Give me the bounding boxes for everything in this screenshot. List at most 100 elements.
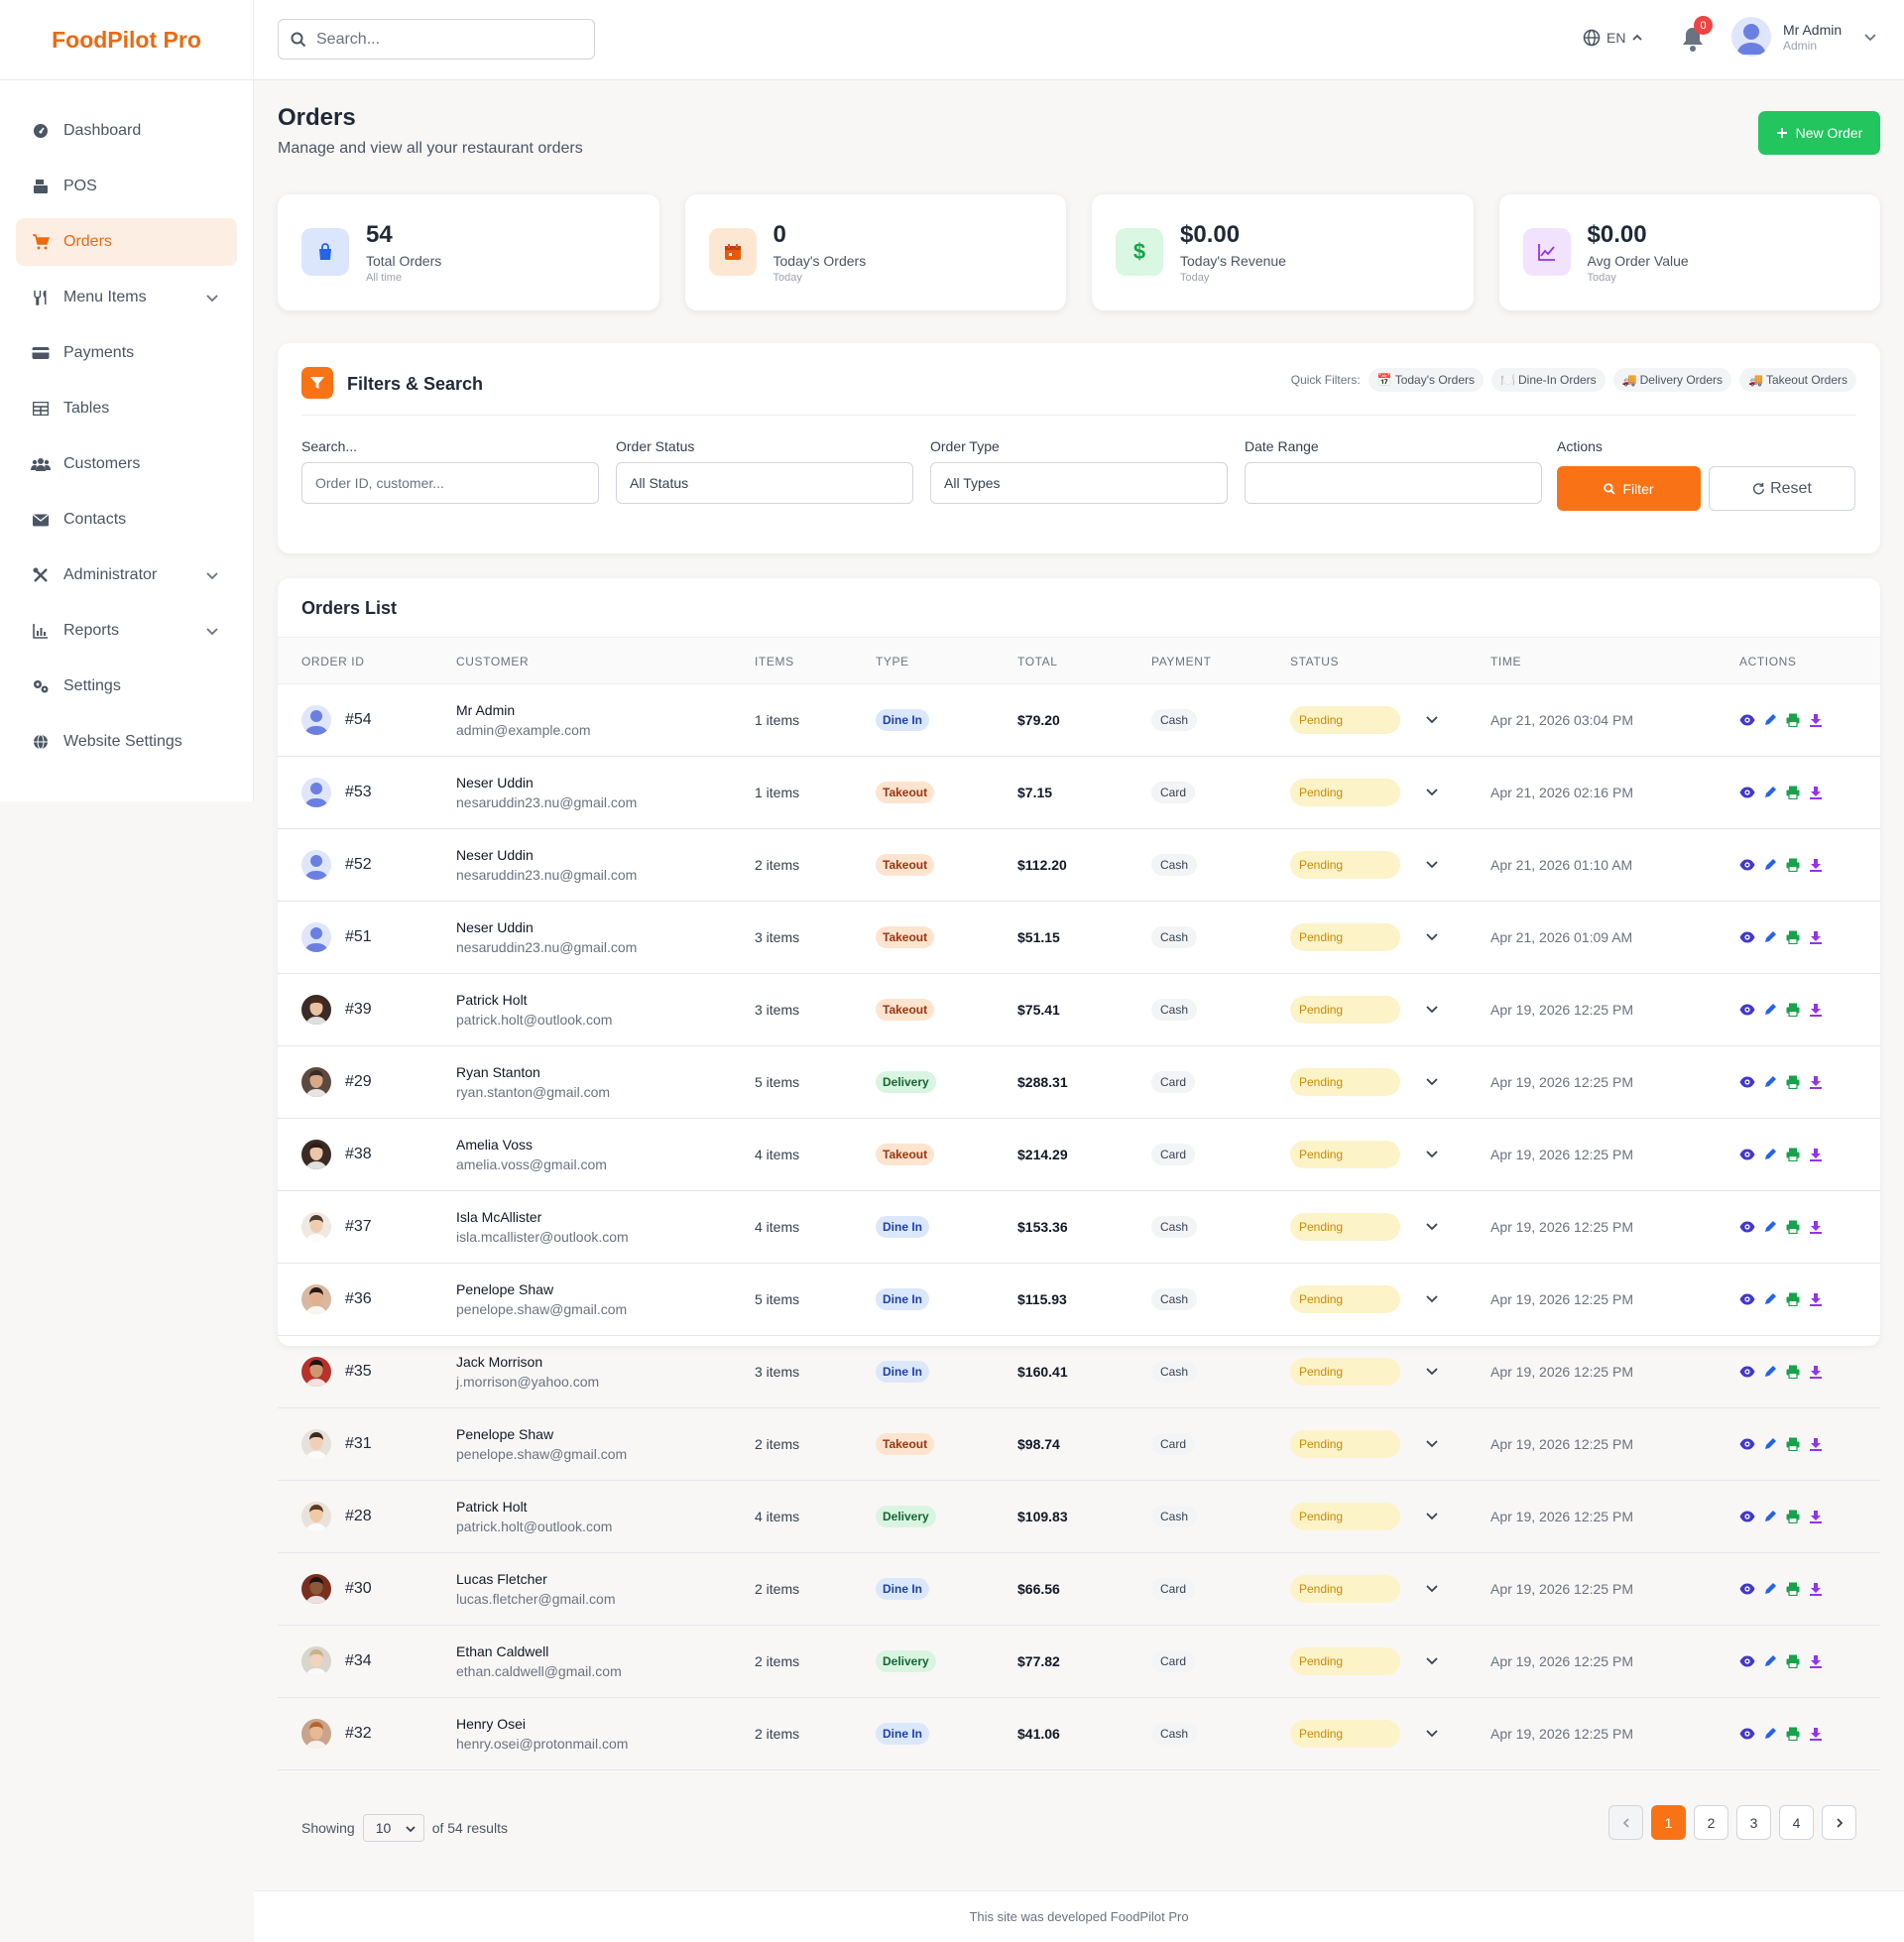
- eye-icon[interactable]: [1739, 1002, 1755, 1018]
- print-icon[interactable]: [1785, 857, 1801, 873]
- print-icon[interactable]: [1785, 1219, 1801, 1235]
- reset-button[interactable]: Reset: [1709, 466, 1855, 511]
- status-select[interactable]: Pending: [1290, 1358, 1400, 1386]
- order-type-select[interactable]: All Types: [930, 462, 1228, 504]
- chevron-down-icon[interactable]: [1425, 1075, 1439, 1089]
- order-id[interactable]: #28: [345, 1508, 372, 1525]
- download-icon[interactable]: [1808, 1291, 1824, 1307]
- status-select[interactable]: Pending: [1290, 923, 1400, 951]
- edit-icon[interactable]: [1762, 1291, 1778, 1307]
- status-select[interactable]: Pending: [1290, 996, 1400, 1024]
- sidebar-item-settings[interactable]: Settings: [16, 663, 237, 710]
- edit-icon[interactable]: [1762, 1147, 1778, 1162]
- eye-icon[interactable]: [1739, 857, 1755, 873]
- sidebar-item-payments[interactable]: Payments: [16, 329, 237, 377]
- print-icon[interactable]: [1785, 1074, 1801, 1090]
- prev-page-button[interactable]: [1608, 1805, 1643, 1840]
- quick-filter-dine-in[interactable]: 🍽️ Dine-In Orders: [1491, 368, 1606, 392]
- chevron-down-icon[interactable]: [1425, 1437, 1439, 1451]
- status-select[interactable]: Pending: [1290, 1503, 1400, 1530]
- download-icon[interactable]: [1808, 857, 1824, 873]
- status-select[interactable]: Pending: [1290, 1720, 1400, 1748]
- chevron-down-icon[interactable]: [1425, 930, 1439, 944]
- chevron-down-icon[interactable]: [1425, 1582, 1439, 1596]
- print-icon[interactable]: [1785, 1002, 1801, 1018]
- eye-icon[interactable]: [1739, 1581, 1755, 1597]
- eye-icon[interactable]: [1739, 785, 1755, 800]
- eye-icon[interactable]: [1739, 1726, 1755, 1742]
- download-icon[interactable]: [1808, 1074, 1824, 1090]
- edit-icon[interactable]: [1762, 1002, 1778, 1018]
- status-select[interactable]: Pending: [1290, 1430, 1400, 1458]
- edit-icon[interactable]: [1762, 712, 1778, 728]
- page-button-2[interactable]: 2: [1694, 1805, 1728, 1840]
- brand-logo[interactable]: FoodPilot Pro: [0, 0, 253, 80]
- print-icon[interactable]: [1785, 785, 1801, 800]
- print-icon[interactable]: [1785, 1147, 1801, 1162]
- eye-icon[interactable]: [1739, 1147, 1755, 1162]
- page-button-3[interactable]: 3: [1736, 1805, 1771, 1840]
- edit-icon[interactable]: [1762, 1653, 1778, 1669]
- order-id[interactable]: #38: [345, 1146, 372, 1163]
- print-icon[interactable]: [1785, 1509, 1801, 1524]
- eye-icon[interactable]: [1739, 1291, 1755, 1307]
- order-id[interactable]: #37: [345, 1218, 372, 1236]
- quick-filter-delivery[interactable]: 🚚 Delivery Orders: [1612, 368, 1731, 392]
- status-select[interactable]: Pending: [1290, 1575, 1400, 1603]
- status-select[interactable]: Pending: [1290, 706, 1400, 734]
- per-page-select[interactable]: 10: [362, 1814, 424, 1842]
- print-icon[interactable]: [1785, 1291, 1801, 1307]
- chevron-down-icon[interactable]: [1425, 1292, 1439, 1306]
- chevron-down-icon[interactable]: [1425, 858, 1439, 872]
- edit-icon[interactable]: [1762, 1726, 1778, 1742]
- chevron-down-icon[interactable]: [1425, 1654, 1439, 1668]
- chevron-down-icon[interactable]: [1425, 1220, 1439, 1234]
- eye-icon[interactable]: [1739, 1364, 1755, 1380]
- eye-icon[interactable]: [1739, 1653, 1755, 1669]
- print-icon[interactable]: [1785, 712, 1801, 728]
- eye-icon[interactable]: [1739, 1436, 1755, 1452]
- quick-filter-takeout[interactable]: 🚚 Takeout Orders: [1739, 368, 1856, 392]
- status-select[interactable]: Pending: [1290, 1141, 1400, 1168]
- next-page-button[interactable]: [1822, 1805, 1856, 1840]
- download-icon[interactable]: [1808, 1436, 1824, 1452]
- date-range-input[interactable]: [1245, 462, 1542, 504]
- edit-icon[interactable]: [1762, 1581, 1778, 1597]
- sidebar-item-contacts[interactable]: Contacts: [16, 496, 237, 544]
- filter-button[interactable]: Filter: [1557, 466, 1701, 511]
- status-select[interactable]: Pending: [1290, 1213, 1400, 1241]
- sidebar-item-customers[interactable]: Customers: [16, 440, 237, 488]
- eye-icon[interactable]: [1739, 1074, 1755, 1090]
- edit-icon[interactable]: [1762, 1436, 1778, 1452]
- order-id[interactable]: #35: [345, 1363, 372, 1381]
- chevron-down-icon[interactable]: [1425, 1365, 1439, 1379]
- eye-icon[interactable]: [1739, 712, 1755, 728]
- edit-icon[interactable]: [1762, 929, 1778, 945]
- sidebar-item-pos[interactable]: POS: [16, 163, 237, 210]
- order-status-select[interactable]: All Status: [616, 462, 913, 504]
- download-icon[interactable]: [1808, 1147, 1824, 1162]
- sidebar-item-administrator[interactable]: Administrator: [16, 551, 237, 599]
- sidebar-item-reports[interactable]: Reports: [16, 607, 237, 655]
- edit-icon[interactable]: [1762, 1074, 1778, 1090]
- order-id[interactable]: #32: [345, 1725, 372, 1743]
- download-icon[interactable]: [1808, 1509, 1824, 1524]
- edit-icon[interactable]: [1762, 1364, 1778, 1380]
- filter-search-input[interactable]: [301, 462, 599, 504]
- edit-icon[interactable]: [1762, 785, 1778, 800]
- sidebar-item-dashboard[interactable]: Dashboard: [16, 107, 237, 155]
- page-button-1[interactable]: 1: [1651, 1805, 1686, 1840]
- eye-icon[interactable]: [1739, 1509, 1755, 1524]
- chevron-down-icon[interactable]: [1425, 1510, 1439, 1523]
- edit-icon[interactable]: [1762, 1219, 1778, 1235]
- download-icon[interactable]: [1808, 712, 1824, 728]
- chevron-down-icon[interactable]: [1425, 1003, 1439, 1017]
- download-icon[interactable]: [1808, 1581, 1824, 1597]
- sidebar-item-menu-items[interactable]: Menu Items: [16, 274, 237, 321]
- order-id[interactable]: #34: [345, 1652, 372, 1670]
- order-id[interactable]: #30: [345, 1580, 372, 1598]
- order-id[interactable]: #36: [345, 1290, 372, 1308]
- download-icon[interactable]: [1808, 1726, 1824, 1742]
- print-icon[interactable]: [1785, 1726, 1801, 1742]
- print-icon[interactable]: [1785, 1436, 1801, 1452]
